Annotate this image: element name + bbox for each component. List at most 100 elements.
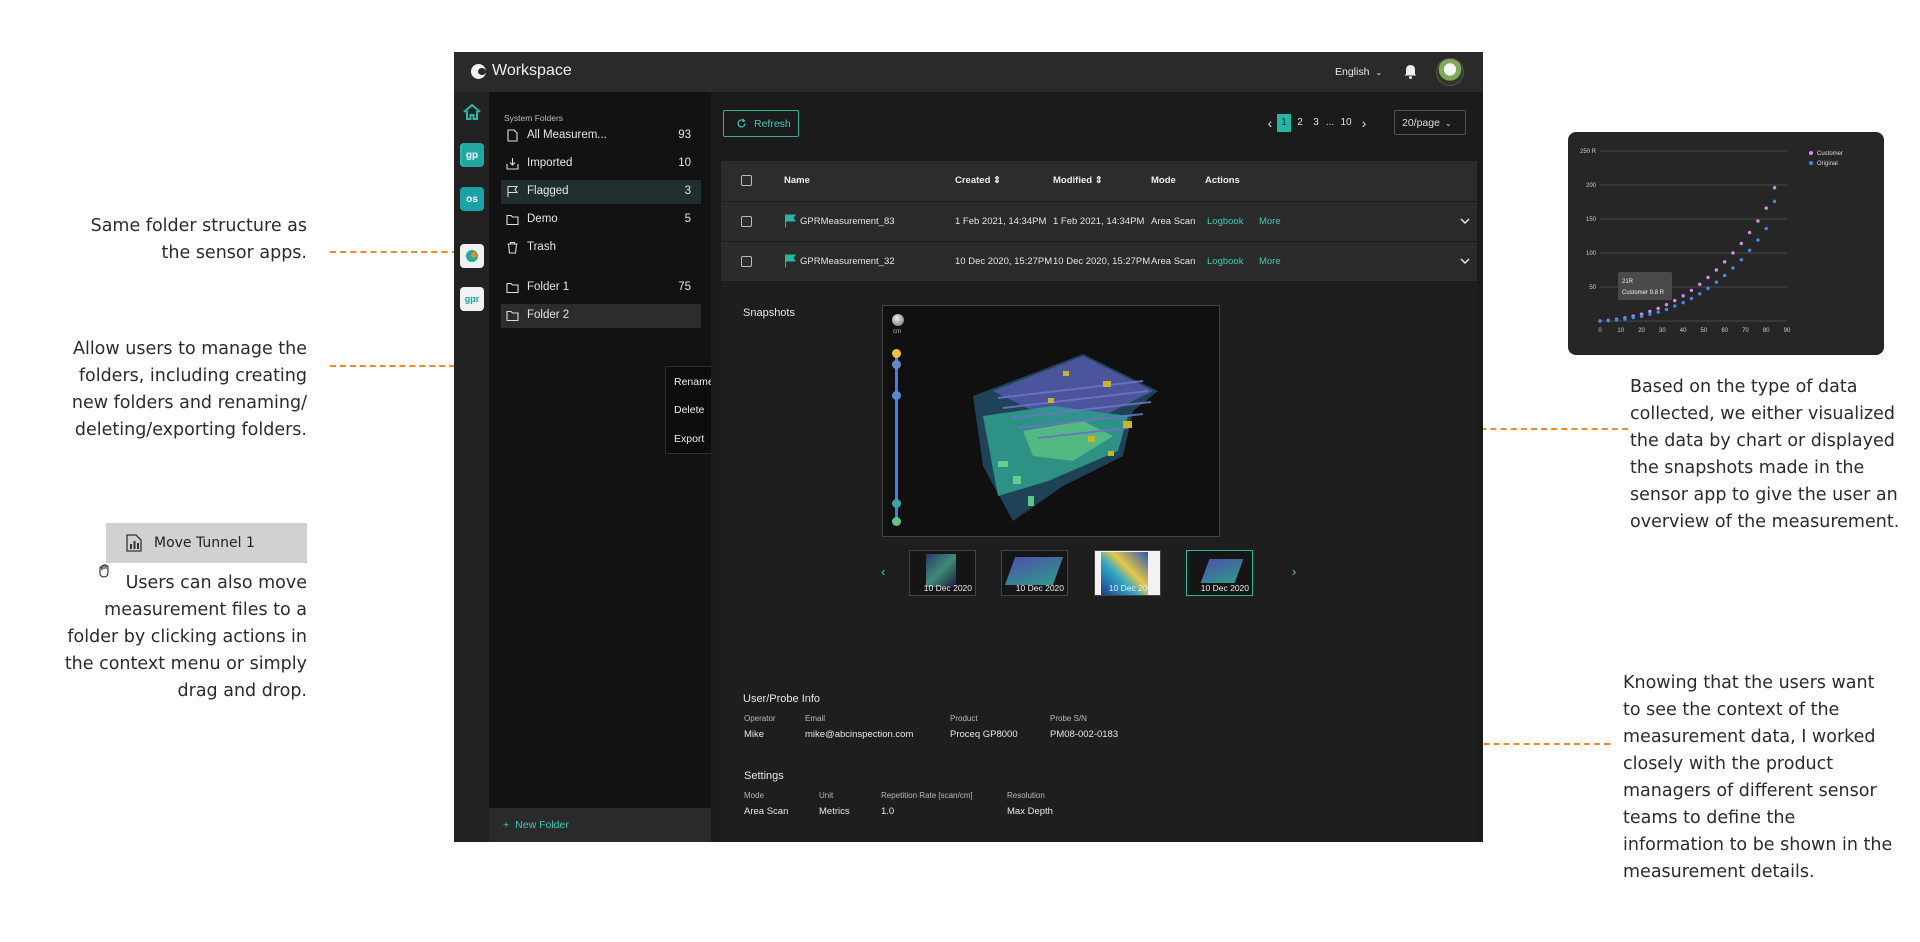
select-all-checkbox[interactable]: [741, 175, 752, 186]
chevron-down-icon: ⌄: [1375, 68, 1383, 77]
row-name[interactable]: GPRMeasurement_32: [800, 256, 895, 267]
row-checkbox[interactable]: [741, 216, 752, 227]
bell-icon[interactable]: [1402, 63, 1419, 80]
data-point: [1747, 230, 1752, 235]
thumbnail-image: [1004, 557, 1064, 585]
depth-slider-handle[interactable]: [892, 517, 901, 526]
home-icon[interactable]: [460, 100, 484, 124]
data-point: [1656, 306, 1660, 311]
page-3[interactable]: 3: [1309, 114, 1323, 132]
chart-file-icon: [126, 534, 142, 552]
table-row[interactable]: GPRMeasurement_32 10 Dec 2020, 15:27PM 1…: [721, 241, 1477, 281]
measurement-chart: 50 100 150 200 250 R 0 10 20 30 40 50 60 70 80 90 Custo…: [1580, 149, 1843, 334]
column-modified[interactable]: Modified ⇕: [1053, 175, 1103, 186]
thumbnail-prev-icon[interactable]: ‹: [881, 564, 885, 579]
note-folder-structure: Same folder structure as the sensor apps.: [90, 216, 307, 263]
drag-chip[interactable]: Move Tunnel 1: [106, 523, 307, 563]
depth-slider-handle[interactable]: [892, 499, 901, 508]
page-ellipsis: ...: [1325, 117, 1335, 128]
refresh-button[interactable]: Refresh: [723, 110, 799, 137]
resolution-label: Resolution: [1007, 791, 1045, 800]
table-row[interactable]: GPRMeasurement_83 1 Feb 2021, 14:34PM 1 …: [721, 201, 1477, 241]
repetition-rate-label: Repetition Rate [scan/cm]: [881, 791, 973, 800]
data-point: [1731, 266, 1735, 270]
thumbnail-next-icon[interactable]: ›: [1292, 564, 1296, 579]
logbook-link[interactable]: Logbook: [1207, 216, 1243, 227]
depth-ball-icon: [892, 314, 904, 326]
depth-slider-handle[interactable]: [892, 391, 901, 400]
page-1[interactable]: 1: [1277, 114, 1291, 132]
os-app-button[interactable]: os: [460, 187, 484, 211]
folder-item-folder-2[interactable]: Folder 2: [501, 304, 701, 328]
table-header: Name Created ⇕ Modified ⇕ Mode Actions: [721, 161, 1477, 201]
context-menu-delete[interactable]: Delete: [674, 404, 704, 416]
prev-page-icon[interactable]: ‹: [1263, 114, 1277, 132]
row-name[interactable]: GPRMeasurement_83: [800, 216, 895, 227]
legend-label: Original: [1817, 161, 1838, 167]
language-select[interactable]: English ⌄: [1335, 66, 1382, 78]
thumbnail-date: 10 Dec 2020: [1200, 583, 1249, 593]
folder-icon: [506, 282, 519, 294]
chevron-down-icon[interactable]: [1460, 216, 1470, 226]
snapshot-thumbnail[interactable]: 10 Dec 2020: [1001, 550, 1068, 596]
plus-icon: +: [503, 819, 510, 831]
data-point: [1714, 280, 1719, 284]
x-tick-label: 10: [1617, 328, 1624, 334]
folder-item-demo[interactable]: Demo 5: [501, 208, 701, 232]
y-tick-label: 150: [1586, 217, 1597, 223]
flag-icon: [507, 185, 519, 197]
snapshot-viewer[interactable]: cm: [882, 305, 1220, 537]
folder-count: 75: [678, 281, 691, 293]
tooltip-text: 21R: [1622, 279, 1634, 285]
flag-icon: [785, 214, 796, 228]
eagle-app-icon[interactable]: [460, 244, 484, 268]
user-probe-title: User/Probe Info: [743, 693, 821, 705]
snapshot-thumbnail[interactable]: 10 Dec 2020: [1186, 550, 1253, 596]
depth-slider-handle[interactable]: [892, 360, 901, 369]
data-point: [1706, 286, 1710, 291]
folder-item-flagged[interactable]: Flagged 3: [501, 180, 701, 204]
data-point: [1739, 258, 1743, 262]
logbook-link[interactable]: Logbook: [1207, 256, 1243, 267]
drag-chip-label: Move Tunnel 1: [154, 535, 255, 551]
settings-title: Settings: [744, 770, 784, 782]
chevron-up-icon[interactable]: [1460, 256, 1470, 266]
data-point: [1698, 282, 1702, 286]
folder-item-trash[interactable]: Trash: [501, 236, 701, 260]
flag-icon: [785, 254, 796, 268]
folder-icon: [506, 214, 519, 226]
snapshot-thumbnail[interactable]: 10 Dec 2020: [1094, 550, 1161, 596]
page-10[interactable]: 10: [1339, 114, 1353, 132]
column-name[interactable]: Name: [784, 175, 810, 186]
more-link[interactable]: More: [1259, 216, 1281, 227]
operator-value: Mike: [744, 729, 765, 740]
folder-item-all-measurements[interactable]: All Measurem... 93: [501, 124, 701, 148]
context-menu-rename[interactable]: Rename: [674, 376, 714, 388]
eagle-icon: [466, 250, 478, 262]
depth-slider-handle[interactable]: [892, 349, 901, 358]
folder-item-imported[interactable]: Imported 10: [501, 152, 701, 176]
column-modified-label: Modified: [1053, 175, 1093, 186]
folder-item-folder-1[interactable]: Folder 1 75: [501, 276, 701, 300]
row-checkbox[interactable]: [741, 256, 752, 267]
refresh-label: Refresh: [754, 118, 791, 130]
next-page-icon[interactable]: ›: [1357, 114, 1371, 132]
column-created[interactable]: Created ⇕: [955, 175, 1001, 186]
page-2[interactable]: 2: [1293, 114, 1307, 132]
more-link[interactable]: More: [1259, 256, 1281, 267]
new-folder-label: New Folder: [515, 819, 569, 831]
data-point: [1673, 304, 1677, 308]
column-created-label: Created: [955, 175, 991, 186]
new-folder-button[interactable]: + New Folder: [503, 819, 569, 831]
folder-count: 10: [678, 157, 691, 169]
data-point: [1614, 318, 1619, 322]
depth-slider[interactable]: [895, 354, 898, 522]
avatar[interactable]: [1436, 58, 1464, 86]
snapshot-thumbnail[interactable]: 10 Dec 2020: [909, 550, 976, 596]
gpr-app-button[interactable]: gpr: [460, 287, 484, 311]
per-page-select[interactable]: 20/page ⌄: [1394, 110, 1466, 135]
gp-app-button[interactable]: gp: [460, 143, 484, 167]
x-tick-label: 0: [1598, 328, 1602, 334]
context-menu-export[interactable]: Export›: [674, 433, 715, 445]
product-value: Proceq GP8000: [950, 729, 1018, 740]
